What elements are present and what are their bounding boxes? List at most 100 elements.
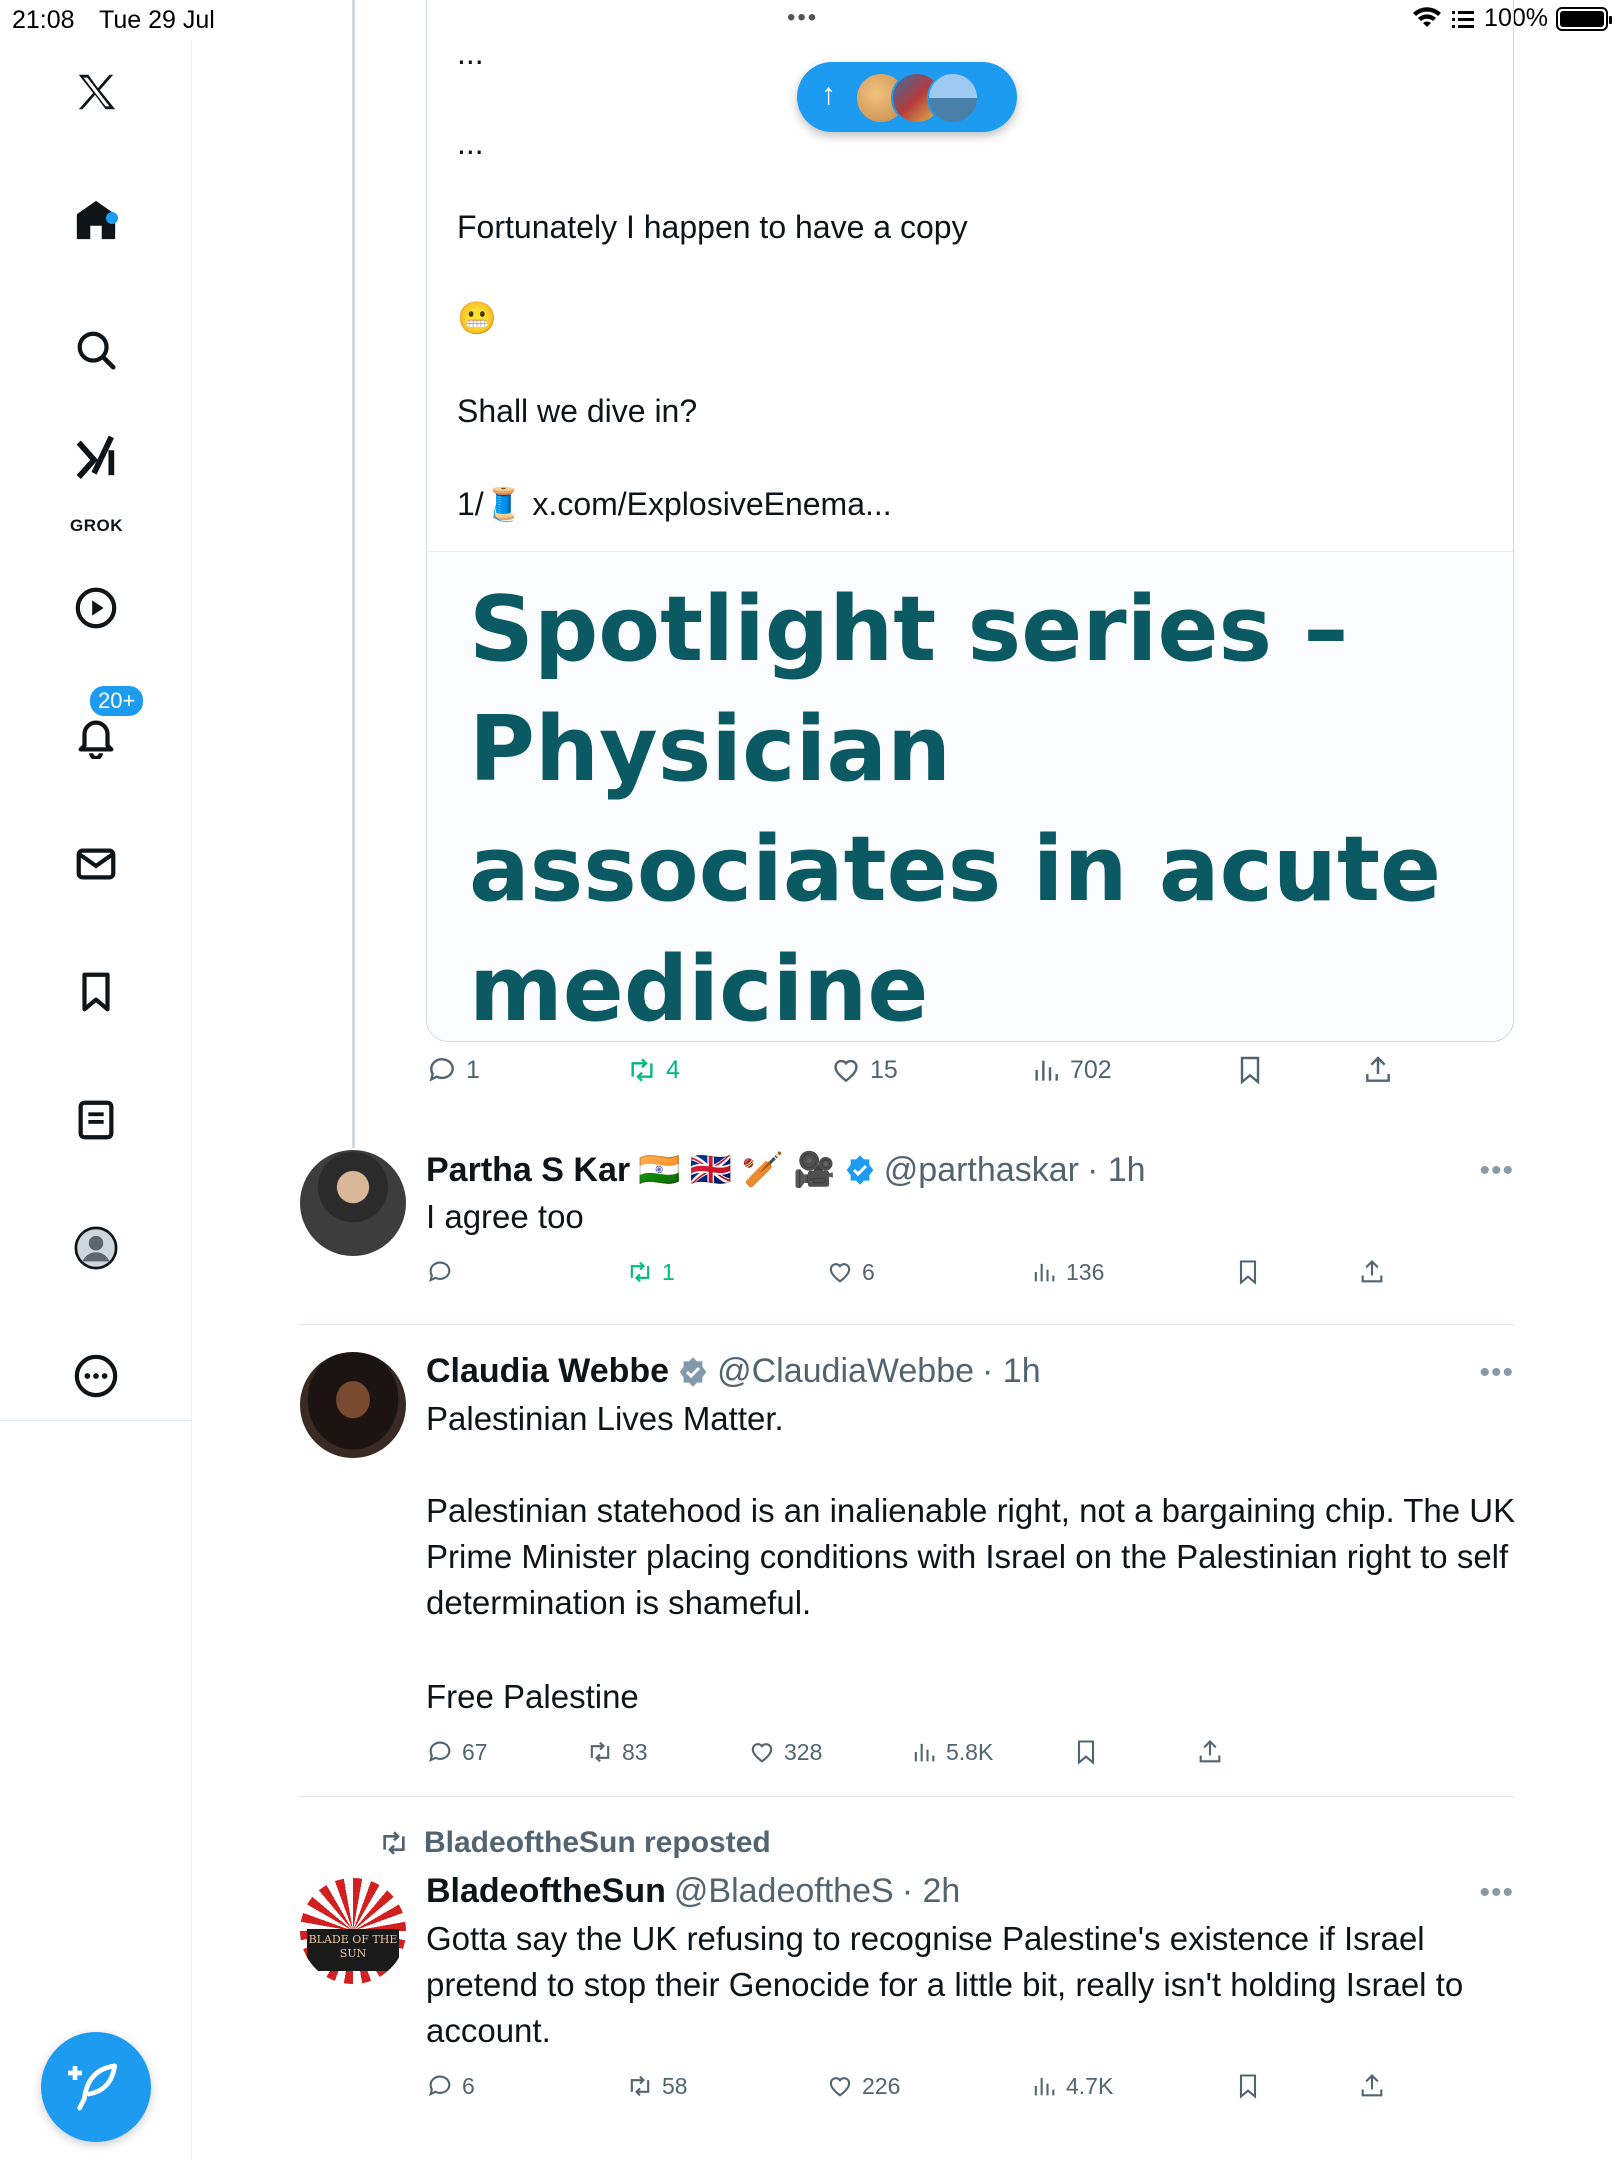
x-logo-icon[interactable] <box>66 62 126 122</box>
heart-icon <box>829 1263 851 1283</box>
avatar[interactable] <box>300 1352 406 1458</box>
profile-avatar-icon[interactable] <box>66 1218 126 1278</box>
bookmark-button[interactable] <box>1234 1258 1262 1286</box>
like-button[interactable]: 15 <box>830 1054 898 1086</box>
bookmark-button[interactable] <box>1234 1054 1266 1086</box>
reply-count: 67 <box>462 1738 488 1765</box>
share-button[interactable] <box>1362 1054 1394 1086</box>
quote-line-copy: Fortunately I happen to have a copy <box>457 209 968 245</box>
repost-button[interactable]: 4 <box>626 1054 680 1086</box>
post-text: I agree too <box>426 1198 584 1235</box>
post-time[interactable]: · 2h <box>902 1872 961 1911</box>
author-name[interactable]: BladeoftheSun <box>426 1872 666 1911</box>
quote-ellipsis: ... <box>457 125 484 161</box>
post-more-button[interactable]: ••• <box>1479 1154 1514 1188</box>
author-name[interactable]: Partha S Kar <box>426 1151 630 1190</box>
views-button[interactable]: 702 <box>1030 1054 1112 1086</box>
thread-emoji: 🧵 <box>483 486 524 522</box>
repost-icon <box>630 1261 650 1283</box>
author-handle[interactable]: @ClaudiaWebbe <box>717 1352 974 1391</box>
bookmark-button[interactable] <box>1234 2072 1262 2100</box>
reply-icon <box>429 1261 451 1283</box>
quote-emoji: 😬 <box>457 300 497 336</box>
avatar[interactable] <box>300 1150 406 1256</box>
avatar[interactable]: BLADE OF THE SUN <box>300 1878 406 1984</box>
share-button[interactable] <box>1358 2072 1386 2100</box>
video-icon[interactable] <box>66 578 126 638</box>
author-handle[interactable]: @BladeoftheS <box>674 1872 894 1911</box>
reply-icon <box>429 2075 451 2097</box>
battery-icon <box>1556 6 1612 31</box>
reply-count: 1 <box>466 1055 480 1084</box>
post-more-button[interactable]: ••• <box>1479 1356 1514 1390</box>
like-button[interactable]: 226 <box>826 2072 900 2100</box>
views-button[interactable]: 136 <box>1030 1258 1104 1286</box>
quote-line-dive: Shall we dive in? <box>457 393 698 429</box>
like-count: 226 <box>862 2072 901 2099</box>
quote-article-image[interactable]: Spotlight series – Physician associates … <box>427 551 1513 1041</box>
post-header: Claudia Webbe @ClaudiaWebbe · 1h <box>426 1352 1041 1391</box>
like-button[interactable]: 328 <box>748 1738 822 1766</box>
author-name[interactable]: Claudia Webbe <box>426 1352 669 1391</box>
thread-prefix: 1/ <box>457 486 484 522</box>
compose-post-button[interactable] <box>41 2032 151 2142</box>
views-button[interactable]: 4.7K <box>1030 2072 1113 2100</box>
post-more-button[interactable]: ••• <box>1479 1876 1514 1910</box>
repost-icon <box>590 1741 610 1763</box>
quoted-post-card[interactable]: ... ... Fortunately I happen to have a c… <box>426 0 1514 1042</box>
reply-button[interactable]: 67 <box>426 1738 488 1766</box>
pill-avatar-3 <box>927 72 979 124</box>
views-button[interactable]: 5.8K <box>910 1738 993 1766</box>
lists-icon[interactable] <box>66 1090 126 1150</box>
post-claudia[interactable]: Claudia Webbe @ClaudiaWebbe · 1h ••• Pal… <box>300 1352 1515 1765</box>
share-icon <box>1366 1056 1390 1082</box>
like-button[interactable]: 6 <box>826 1258 875 1286</box>
like-count: 328 <box>784 1738 823 1765</box>
views-chart-icon <box>1034 2077 1055 2096</box>
more-options-icon[interactable] <box>66 1346 126 1406</box>
verified-badge-icon <box>846 1155 874 1185</box>
bookmark-button[interactable] <box>1072 1738 1100 1766</box>
post-bladeofthesun[interactable]: BLADE OF THE SUN BladeoftheSun @Bladeoft… <box>300 1872 1514 2102</box>
share-button[interactable] <box>1196 1738 1224 1766</box>
heart-icon <box>829 2077 851 2097</box>
share-icon <box>1361 2074 1383 2097</box>
bookmarks-icon[interactable] <box>66 962 126 1022</box>
reply-button[interactable]: 6 <box>426 2072 475 2100</box>
repost-button[interactable]: 83 <box>586 1738 648 1766</box>
post-time[interactable]: · 1h <box>982 1352 1041 1391</box>
share-icon <box>1361 1260 1383 1283</box>
reply-count: 6 <box>462 2072 475 2099</box>
repost-count: 58 <box>662 2072 688 2099</box>
post-time[interactable]: · 1h <box>1087 1151 1146 1190</box>
repost-icon <box>630 2075 650 2097</box>
views-chart-icon <box>1035 1060 1058 1081</box>
bookmark-icon <box>1240 1056 1260 1085</box>
notifications-badge: 20+ <box>88 684 146 718</box>
bookmark-icon <box>1077 1740 1095 1765</box>
post-header: Partha S Kar 🇮🇳 🇬🇧 🏏 🎥 @parthaskar · 1h <box>426 1150 1146 1190</box>
search-icon[interactable] <box>66 320 126 380</box>
views-count: 136 <box>1066 1258 1105 1285</box>
repost-button[interactable]: 58 <box>626 2072 688 2100</box>
bookmark-icon <box>1239 2074 1257 2099</box>
quote-link[interactable]: x.com/ExplosiveEnema... <box>532 486 891 522</box>
reply-button[interactable] <box>426 1258 462 1286</box>
author-handle[interactable]: @parthaskar <box>884 1151 1079 1190</box>
reply-icon <box>429 1058 454 1082</box>
grok-icon[interactable] <box>66 426 126 486</box>
quote-thread-line: 1/🧵 x.com/ExplosiveEnema... <box>457 485 892 523</box>
thread-connector-line <box>352 0 355 1148</box>
new-posts-pill[interactable]: ↑ <box>797 62 1017 132</box>
status-date: Tue 29 Jul <box>99 6 215 34</box>
post-text-line-3: Free Palestine <box>426 1678 639 1715</box>
repost-label[interactable]: BladeoftheSun reposted <box>424 1826 771 1860</box>
messages-envelope-icon[interactable] <box>66 834 126 894</box>
views-chart-icon <box>1034 1263 1055 1282</box>
reply-button[interactable]: 1 <box>426 1054 480 1086</box>
repost-button[interactable]: 1 <box>626 1258 675 1286</box>
views-count: 4.7K <box>1066 2072 1114 2099</box>
repost-context: BladeoftheSun reposted <box>378 1826 771 1860</box>
share-button[interactable] <box>1358 1258 1386 1286</box>
post-partha[interactable]: Partha S Kar 🇮🇳 🇬🇧 🏏 🎥 @parthaskar · 1h … <box>300 1150 1514 1300</box>
